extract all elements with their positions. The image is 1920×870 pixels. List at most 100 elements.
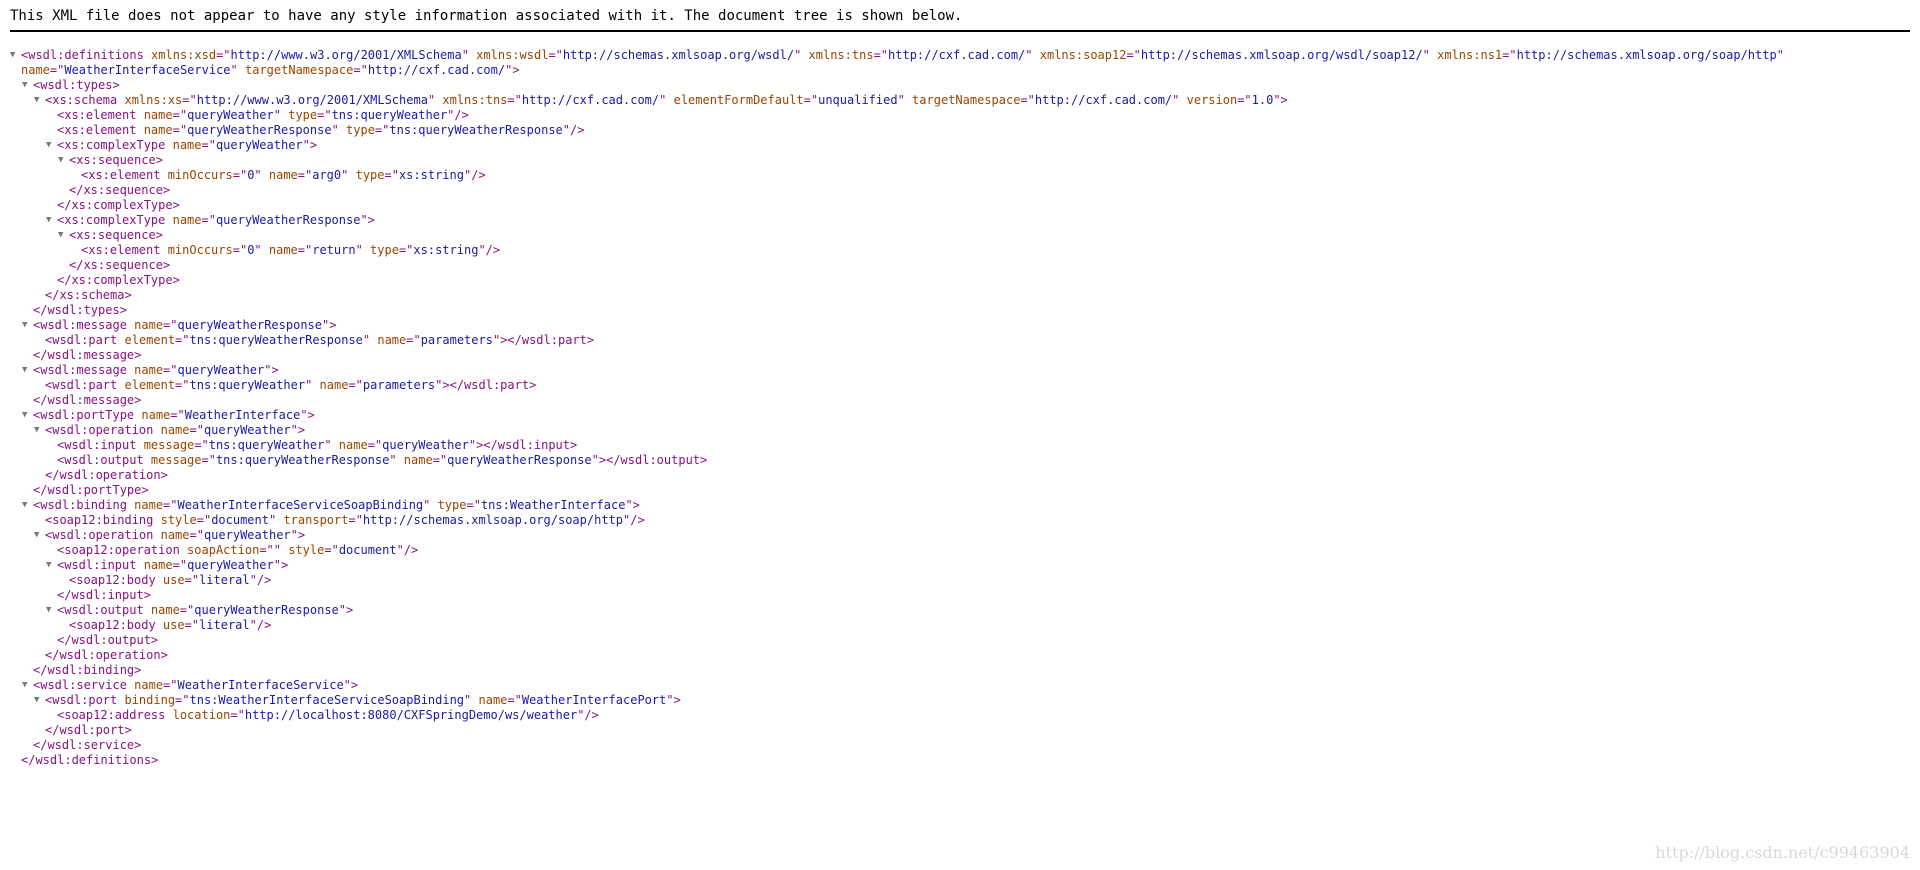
xml-attr-name: style xyxy=(153,513,197,527)
xml-tag-token: "> xyxy=(264,363,279,377)
xml-attr-value: http://cxf.cad.com/ xyxy=(367,63,506,77)
xml-tag-token: <wsdl:message xyxy=(33,363,127,377)
xml-attr-value: http://cxf.cad.com/ xyxy=(521,93,660,107)
xml-tag-token: =" xyxy=(374,123,390,137)
collapse-triangle-icon[interactable]: ▼ xyxy=(22,498,33,513)
xml-tag-token: <wsdl:input xyxy=(57,558,137,572)
xml-tag-token: =" xyxy=(184,618,200,632)
xml-attr-value: http://schemas.xmlsoap.org/soap/http xyxy=(1516,48,1777,62)
collapse-triangle-icon[interactable]: ▼ xyxy=(22,78,33,93)
collapse-triangle-icon[interactable]: ▼ xyxy=(58,228,69,243)
xml-tag-token: " xyxy=(254,243,262,257)
xml-tag-token: <wsdl:operation xyxy=(45,423,154,437)
xml-tag-token: <soap12:operation xyxy=(57,543,180,557)
xml-attr-value: tns:queryWeatherResponse xyxy=(389,123,563,137)
xml-tag-token: =" xyxy=(548,48,563,62)
xml-attr-name: use xyxy=(155,618,185,632)
xml-tag-token: =" xyxy=(172,108,188,122)
xml-attr-name: name xyxy=(396,453,433,467)
xml-attr-name: type xyxy=(338,123,375,137)
collapse-triangle-icon[interactable]: ▼ xyxy=(58,153,69,168)
xml-attr-name: name xyxy=(153,423,190,437)
xml-tag-token: </xs:complexType> xyxy=(57,273,180,287)
xml-tree-line: </xs:sequence> xyxy=(10,258,1910,273)
xml-attr-name: name xyxy=(134,408,171,422)
xml-attr-name: xmlns:soap12 xyxy=(1032,48,1127,62)
collapse-triangle-icon[interactable]: ▼ xyxy=(46,558,57,573)
xml-attr-value: xs:string xyxy=(413,243,479,257)
xml-attr-value: tns:queryWeatherResponse xyxy=(215,453,390,467)
xml-tag-token: =" xyxy=(163,318,178,332)
xml-tag-token: =" xyxy=(194,438,209,452)
xml-tag-token: </xs:sequence> xyxy=(69,258,171,272)
xml-tree-line: ▼ <xs:sequence> xyxy=(10,153,1910,168)
xml-tag-token: </wsdl:types> xyxy=(33,303,127,317)
xml-attr-name: minOccurs xyxy=(160,168,233,182)
xml-tag-token: =" xyxy=(175,378,190,392)
xml-attr-name: xmlns:tns xyxy=(801,48,874,62)
xml-tag-token: " xyxy=(230,63,238,77)
xml-attr-name: name xyxy=(153,528,190,542)
xml-tag-token: "/> xyxy=(623,513,645,527)
xml-attr-name: name xyxy=(312,378,349,392)
xml-tag-token: =" xyxy=(317,108,332,122)
xml-tree-line: ▼ <xs:schema xmlns:xs="http://www.w3.org/… xyxy=(10,93,1910,108)
collapse-triangle-icon[interactable]: ▼ xyxy=(34,93,45,108)
xml-tag-token: =" xyxy=(297,243,313,257)
xml-tag-token: "> xyxy=(302,138,318,152)
xml-tag-token: <wsdl:output xyxy=(57,453,144,467)
xml-attr-value: tns:queryWeather xyxy=(208,438,325,452)
xml-tag-token: </wsdl:message> xyxy=(33,348,142,362)
xml-tree-line: ▼ <wsdl:service name="WeatherInterfaceSer… xyxy=(10,678,1910,693)
xml-tag-token: <soap12:body xyxy=(69,573,156,587)
xml-attr-value: queryWeatherResponse xyxy=(215,213,361,227)
xml-attr-name: name xyxy=(261,168,298,182)
xml-attr-name: xmlns:wsdl xyxy=(468,48,549,62)
xml-tag-token: </wsdl:input> xyxy=(57,588,151,602)
xml-attr-value: literal xyxy=(199,573,250,587)
collapse-triangle-icon[interactable]: ▼ xyxy=(22,408,33,423)
collapse-triangle-icon[interactable]: ▼ xyxy=(46,603,57,618)
xml-tag-token: "> xyxy=(360,213,375,227)
collapse-triangle-icon[interactable]: ▼ xyxy=(34,423,45,438)
xml-tree-line: ▼ <wsdl:output name="queryWeatherResponse… xyxy=(10,603,1910,618)
collapse-triangle-icon[interactable]: ▼ xyxy=(46,213,57,228)
collapse-triangle-icon[interactable]: ▼ xyxy=(46,138,57,153)
xml-attr-value: queryWeather xyxy=(203,423,291,437)
xml-tree-line: <soap12:body use="literal"/> xyxy=(10,618,1910,633)
xml-tree-line: ▼ <xs:complexType name="queryWeather"> xyxy=(10,138,1910,153)
xml-tag-token: " xyxy=(897,93,905,107)
xml-tag-token: =" xyxy=(232,243,248,257)
xml-attr-name: name xyxy=(331,438,368,452)
xml-tree-line: </wsdl:port> xyxy=(10,723,1910,738)
xml-attr-name: message xyxy=(143,453,202,467)
xml-tag-token: =" xyxy=(182,93,197,107)
xml-attr-name: xmlns:ns1 xyxy=(1429,48,1503,62)
collapse-triangle-icon[interactable]: ▼ xyxy=(22,678,33,693)
collapse-triangle-icon[interactable]: ▼ xyxy=(10,48,21,63)
xml-tag-token: </wsdl:message> xyxy=(33,393,142,407)
xml-attr-value: http://www.w3.org/2001/XMLSchema xyxy=(196,93,428,107)
collapse-triangle-icon[interactable]: ▼ xyxy=(22,363,33,378)
xml-attr-value: document xyxy=(211,513,269,527)
xml-style-notice: This XML file does not appear to have an… xyxy=(10,8,1910,32)
xml-attr-value: http://cxf.cad.com/ xyxy=(1034,93,1173,107)
collapse-triangle-icon[interactable]: ▼ xyxy=(34,693,45,708)
xml-tag-token: <wsdl:binding xyxy=(33,498,127,512)
xml-tag-token: =" xyxy=(216,48,231,62)
collapse-triangle-icon[interactable]: ▼ xyxy=(34,528,45,543)
xml-tag-token: "></wsdl:part> xyxy=(435,378,537,392)
xml-attr-value: arg0 xyxy=(312,168,342,182)
xml-tag-token: =" xyxy=(324,543,339,557)
xml-attr-value: tns:queryWeatherResponse xyxy=(189,333,363,347)
xml-attr-name: name xyxy=(143,603,180,617)
xml-attr-name: soapAction xyxy=(179,543,260,557)
xml-tag-token: =" xyxy=(163,363,178,377)
xml-tree-line: <soap12:body use="literal"/> xyxy=(10,573,1910,588)
xml-tree-line: </wsdl:message> xyxy=(10,393,1910,408)
xml-attr-value: queryWeather xyxy=(187,108,274,122)
xml-attr-value: WeatherInterface xyxy=(184,408,301,422)
xml-attr-name: minOccurs xyxy=(160,243,233,257)
collapse-triangle-icon[interactable]: ▼ xyxy=(22,318,33,333)
xml-attr-name: use xyxy=(155,573,185,587)
